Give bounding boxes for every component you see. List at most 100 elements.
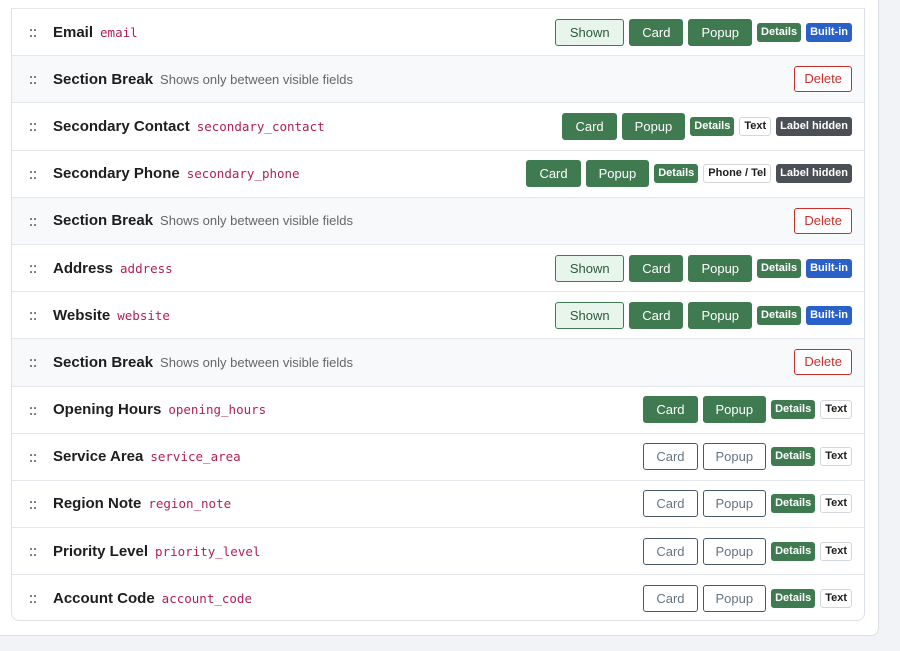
field-row: :: Opening Hours opening_hours Card Popup Det… — [12, 385, 864, 433]
card-toggle-button[interactable]: Card — [526, 160, 581, 188]
drag-handle-icon[interactable]: :: — [12, 448, 53, 466]
drag-handle-icon[interactable]: :: — [12, 70, 53, 88]
field-key: service_area — [150, 449, 241, 465]
field-row: :: Region Note region_note Card Popup Details… — [12, 479, 864, 528]
field-type-badge: Text — [820, 541, 852, 561]
delete-button[interactable]: Delete — [794, 207, 852, 234]
popup-toggle-button[interactable]: Popup — [621, 112, 686, 140]
label-hidden-badge: Label hidden — [776, 116, 852, 136]
card-toggle-button[interactable]: Card — [643, 396, 698, 424]
card-toggle-button[interactable]: Card — [629, 18, 684, 46]
field-key: website — [117, 307, 170, 323]
builtin-badge: Built-in — [806, 305, 852, 325]
card-toggle-button[interactable]: Card — [562, 112, 617, 140]
row-actions: Delete — [794, 349, 852, 376]
row-actions: Card Popup Details Text — [643, 584, 852, 612]
drag-handle-icon[interactable]: :: — [12, 589, 53, 607]
section-break-hint: Shows only between visible fields — [160, 213, 353, 229]
field-name: Website — [53, 306, 111, 324]
drag-handle-icon[interactable]: :: — [12, 117, 53, 135]
field-type-badge: Phone / Tel — [703, 164, 772, 184]
field-name: Region Note — [53, 495, 142, 513]
delete-button[interactable]: Delete — [794, 349, 852, 376]
row-actions: Delete — [794, 66, 852, 93]
card-toggle-button[interactable]: Card — [629, 254, 684, 282]
field-row: :: Email email Shown Card Popup Details Built-i… — [12, 8, 864, 56]
drag-handle-icon[interactable]: :: — [12, 401, 53, 419]
shown-toggle-button[interactable]: Shown — [555, 301, 625, 329]
drag-handle-icon[interactable]: :: — [12, 495, 53, 513]
card-toggle-button[interactable]: Card — [643, 490, 698, 518]
details-badge: Details — [771, 400, 816, 420]
field-row: :: Secondary Phone secondary_phone Card Popu… — [12, 149, 864, 197]
popup-toggle-button[interactable]: Popup — [688, 301, 753, 329]
field-row: :: Website website Shown Card Popup Details Bui… — [12, 291, 864, 339]
field-key: secondary_contact — [196, 118, 325, 134]
field-name: Secondary Phone — [53, 165, 180, 183]
drag-handle-icon[interactable]: :: — [12, 212, 53, 230]
row-actions: Card Popup Details Phone / Tel Label hidden — [526, 160, 852, 188]
drag-handle-icon[interactable]: :: — [12, 259, 53, 277]
section-break-label: Section Break — [53, 353, 154, 371]
popup-toggle-button[interactable]: Popup — [702, 396, 767, 424]
card-toggle-button[interactable]: Card — [643, 537, 698, 565]
field-row: :: Priority Level priority_level Card Popup D… — [12, 527, 864, 575]
row-actions: Delete — [794, 207, 852, 234]
row-actions: Card Popup Details Text — [643, 537, 852, 565]
details-badge: Details — [771, 588, 816, 608]
field-name: Account Code — [53, 589, 155, 607]
popup-toggle-button[interactable]: Popup — [688, 254, 753, 282]
section-break-row: :: Section Break Shows only between visibl… — [12, 55, 864, 103]
field-row: :: Secondary Contact secondary_contact Card… — [12, 102, 864, 150]
card-toggle-button[interactable]: Card — [643, 584, 698, 612]
field-name: Opening Hours — [53, 401, 162, 419]
popup-toggle-button[interactable]: Popup — [702, 537, 767, 565]
details-badge: Details — [757, 22, 802, 42]
popup-toggle-button[interactable]: Popup — [702, 490, 767, 518]
shown-toggle-button[interactable]: Shown — [555, 18, 625, 46]
field-name: Email — [53, 23, 94, 41]
field-name: Address — [53, 259, 114, 277]
builtin-badge: Built-in — [806, 22, 852, 42]
details-badge: Details — [771, 447, 816, 467]
field-type-badge: Text — [820, 400, 852, 420]
field-name: Secondary Contact — [53, 117, 190, 135]
popup-toggle-button[interactable]: Popup — [688, 18, 753, 46]
drag-handle-icon[interactable]: :: — [12, 23, 53, 41]
drag-handle-icon[interactable]: :: — [12, 165, 53, 183]
builtin-badge: Built-in — [806, 258, 852, 278]
popup-toggle-button[interactable]: Popup — [702, 584, 767, 612]
field-list: :: Email email Shown Card Popup Details Built-i… — [11, 8, 865, 621]
section-break-label: Section Break — [53, 70, 154, 88]
details-badge: Details — [757, 258, 802, 278]
popup-toggle-button[interactable]: Popup — [702, 443, 767, 471]
details-badge: Details — [757, 305, 802, 325]
field-key: priority_level — [155, 543, 261, 559]
field-key: address — [120, 260, 173, 276]
details-badge: Details — [771, 541, 816, 561]
drag-handle-icon[interactable]: :: — [12, 306, 53, 324]
section-break-label: Section Break — [53, 212, 154, 230]
details-badge: Details — [771, 494, 816, 514]
label-hidden-badge: Label hidden — [776, 164, 852, 184]
shown-toggle-button[interactable]: Shown — [555, 254, 625, 282]
row-actions: Card Popup Details Text — [643, 490, 852, 518]
row-actions: Card Popup Details Text — [643, 396, 852, 424]
fields-panel: :: Email email Shown Card Popup Details Built-i… — [0, 0, 879, 636]
field-row: :: Service Area service_area Card Popup Detai… — [12, 432, 864, 480]
row-actions: Shown Card Popup Details Built-in — [555, 18, 852, 46]
popup-toggle-button[interactable]: Popup — [585, 160, 650, 188]
field-name: Priority Level — [53, 542, 149, 560]
drag-handle-icon[interactable]: :: — [12, 353, 53, 371]
delete-button[interactable]: Delete — [794, 66, 852, 93]
section-break-row: :: Section Break Shows only between visibl… — [12, 338, 864, 386]
card-toggle-button[interactable]: Card — [629, 301, 684, 329]
section-break-hint: Shows only between visible fields — [160, 71, 353, 87]
section-break-hint: Shows only between visible fields — [160, 354, 353, 370]
card-toggle-button[interactable]: Card — [643, 443, 698, 471]
row-actions: Shown Card Popup Details Built-in — [555, 301, 852, 329]
row-actions: Shown Card Popup Details Built-in — [555, 254, 852, 282]
drag-handle-icon[interactable]: :: — [12, 542, 53, 560]
field-type-badge: Text — [739, 116, 772, 136]
field-row: :: Account Code account_code Card Popup Detai… — [12, 574, 864, 620]
